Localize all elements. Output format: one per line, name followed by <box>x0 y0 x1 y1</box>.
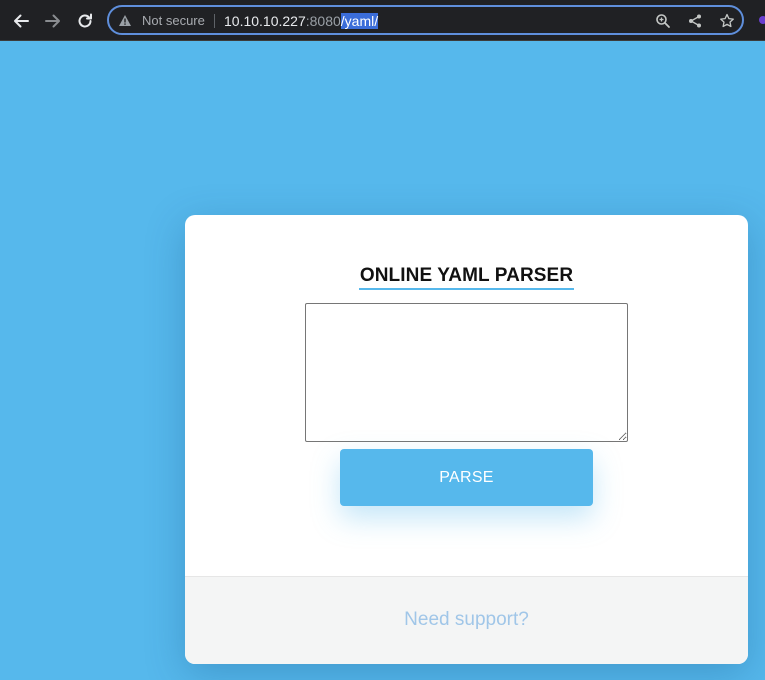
url-path-selected: /yaml/ <box>340 13 379 29</box>
browser-toolbar: Not secure 10.10.10.227:8080/yaml/ <box>0 0 765 41</box>
url-text[interactable]: 10.10.10.227:8080/yaml/ <box>224 13 379 29</box>
forward-arrow-icon <box>45 14 60 28</box>
address-bar[interactable]: Not secure 10.10.10.227:8080/yaml/ <box>107 5 744 35</box>
page-title: ONLINE YAML PARSER <box>358 265 575 290</box>
support-link[interactable]: Need support? <box>185 609 748 631</box>
reload-button[interactable] <box>72 8 98 34</box>
bookmark-star-icon[interactable] <box>719 13 735 29</box>
parser-card: ONLINE YAML PARSER PARSE Need support? <box>185 215 748 664</box>
share-icon[interactable] <box>687 13 703 29</box>
url-host: 10.10.10.227 <box>224 13 306 29</box>
security-indicator[interactable]: Not secure <box>142 13 205 28</box>
separator <box>214 14 215 28</box>
reload-icon <box>78 13 92 28</box>
forward-button[interactable] <box>40 8 66 34</box>
yaml-input[interactable] <box>305 303 628 442</box>
back-arrow-icon <box>14 14 29 28</box>
parse-button[interactable]: PARSE <box>340 449 593 506</box>
page-title-wrap: ONLINE YAML PARSER <box>185 265 748 290</box>
zoom-icon[interactable] <box>655 13 671 29</box>
profile-indicator[interactable] <box>759 16 765 24</box>
warning-icon <box>119 15 131 26</box>
back-button[interactable] <box>8 8 34 34</box>
url-port: :8080 <box>305 13 341 29</box>
card-footer: Need support? <box>185 576 748 664</box>
